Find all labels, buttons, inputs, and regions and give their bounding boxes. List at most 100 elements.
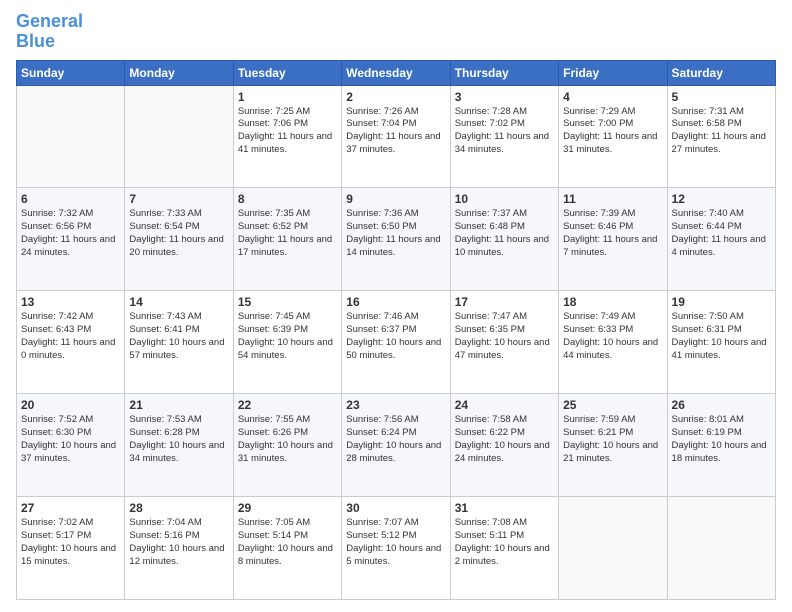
- calendar-cell: 20 Sunrise: 7:52 AM Sunset: 6:30 PM Dayli…: [17, 394, 125, 497]
- calendar-week-row: 27 Sunrise: 7:02 AM Sunset: 5:17 PM Dayli…: [17, 497, 776, 600]
- logo: General Blue: [16, 12, 83, 52]
- header: General Blue: [16, 12, 776, 52]
- day-number: 16: [346, 295, 445, 309]
- calendar-cell: 19 Sunrise: 7:50 AM Sunset: 6:31 PM Dayli…: [667, 291, 775, 394]
- day-number: 2: [346, 90, 445, 104]
- calendar-cell: 11 Sunrise: 7:39 AM Sunset: 6:46 PM Dayli…: [559, 188, 667, 291]
- calendar-cell: 21Sunrise: 7:53 AM Sunset: 6:28 PM Dayli…: [125, 394, 233, 497]
- calendar-cell: 2 Sunrise: 7:26 AM Sunset: 7:04 PM Daylig…: [342, 85, 450, 188]
- calendar-cell: 1 Sunrise: 7:25 AM Sunset: 7:06 PM Daylig…: [233, 85, 341, 188]
- calendar-cell: 3Sunrise: 7:28 AM Sunset: 7:02 PM Daylig…: [450, 85, 558, 188]
- day-info: Sunrise: 7:40 AM Sunset: 6:44 PM Dayligh…: [672, 208, 771, 259]
- day-number: 30: [346, 501, 445, 515]
- logo-general: General: [16, 11, 83, 31]
- calendar-cell: 27 Sunrise: 7:02 AM Sunset: 5:17 PM Dayli…: [17, 497, 125, 600]
- calendar-cell: 22Sunrise: 7:55 AM Sunset: 6:26 PM Dayli…: [233, 394, 341, 497]
- day-info: Sunrise: 7:08 AM Sunset: 5:11 PM Dayligh…: [455, 517, 554, 568]
- weekday-header: Saturday: [667, 60, 775, 85]
- day-info: Sunrise: 7:33 AM Sunset: 6:54 PM Dayligh…: [129, 208, 228, 259]
- calendar-cell: 18 Sunrise: 7:49 AM Sunset: 6:33 PM Dayli…: [559, 291, 667, 394]
- day-info: Sunrise: 7:52 AM Sunset: 6:30 PM Dayligh…: [21, 414, 120, 465]
- day-info: Sunrise: 7:59 AM Sunset: 6:21 PM Dayligh…: [563, 414, 662, 465]
- day-number: 31: [455, 501, 554, 515]
- weekday-header: Sunday: [17, 60, 125, 85]
- day-number: 27: [21, 501, 120, 515]
- day-number: 17: [455, 295, 554, 309]
- day-number: 20: [21, 398, 120, 412]
- day-number: 6: [21, 192, 120, 206]
- day-info: Sunrise: 7:26 AM Sunset: 7:04 PM Dayligh…: [346, 106, 445, 157]
- calendar-week-row: 13 Sunrise: 7:42 AM Sunset: 6:43 PM Dayli…: [17, 291, 776, 394]
- calendar-table: SundayMondayTuesdayWednesdayThursdayFrid…: [16, 60, 776, 600]
- day-number: 28: [129, 501, 228, 515]
- calendar-body: 1 Sunrise: 7:25 AM Sunset: 7:06 PM Daylig…: [17, 85, 776, 599]
- day-info: Sunrise: 7:50 AM Sunset: 6:31 PM Dayligh…: [672, 311, 771, 362]
- calendar-cell: 24 Sunrise: 7:58 AM Sunset: 6:22 PM Dayli…: [450, 394, 558, 497]
- calendar-cell: 17 Sunrise: 7:47 AM Sunset: 6:35 PM Dayli…: [450, 291, 558, 394]
- day-number: 1: [238, 90, 337, 104]
- day-info: Sunrise: 7:37 AM Sunset: 6:48 PM Dayligh…: [455, 208, 554, 259]
- weekday-header: Monday: [125, 60, 233, 85]
- calendar-cell: 25 Sunrise: 7:59 AM Sunset: 6:21 PM Dayli…: [559, 394, 667, 497]
- calendar-cell: 7 Sunrise: 7:33 AM Sunset: 6:54 PM Daylig…: [125, 188, 233, 291]
- calendar-cell: 8 Sunrise: 7:35 AM Sunset: 6:52 PM Daylig…: [233, 188, 341, 291]
- day-info: Sunrise: 7:02 AM Sunset: 5:17 PM Dayligh…: [21, 517, 120, 568]
- calendar-cell: 30 Sunrise: 7:07 AM Sunset: 5:12 PM Dayli…: [342, 497, 450, 600]
- day-number: 8: [238, 192, 337, 206]
- day-info: Sunrise: 7:07 AM Sunset: 5:12 PM Dayligh…: [346, 517, 445, 568]
- day-info: Sunrise: 7:46 AM Sunset: 6:37 PM Dayligh…: [346, 311, 445, 362]
- day-number: 4: [563, 90, 662, 104]
- day-number: 29: [238, 501, 337, 515]
- day-info: Sunrise: 7:53 AM Sunset: 6:28 PM Dayligh…: [129, 414, 228, 465]
- calendar-cell: [667, 497, 775, 600]
- day-info: Sunrise: 7:58 AM Sunset: 6:22 PM Dayligh…: [455, 414, 554, 465]
- calendar-cell: [559, 497, 667, 600]
- day-info: Sunrise: 7:49 AM Sunset: 6:33 PM Dayligh…: [563, 311, 662, 362]
- day-info: Sunrise: 7:55 AM Sunset: 6:26 PM Dayligh…: [238, 414, 337, 465]
- day-number: 15: [238, 295, 337, 309]
- calendar-cell: [17, 85, 125, 188]
- calendar-cell: 28 Sunrise: 7:04 AM Sunset: 5:16 PM Dayli…: [125, 497, 233, 600]
- day-number: 12: [672, 192, 771, 206]
- day-number: 14: [129, 295, 228, 309]
- day-number: 5: [672, 90, 771, 104]
- day-info: Sunrise: 7:25 AM Sunset: 7:06 PM Dayligh…: [238, 106, 337, 157]
- day-info: Sunrise: 8:01 AM Sunset: 6:19 PM Dayligh…: [672, 414, 771, 465]
- day-number: 26: [672, 398, 771, 412]
- day-info: Sunrise: 7:45 AM Sunset: 6:39 PM Dayligh…: [238, 311, 337, 362]
- day-info: Sunrise: 7:42 AM Sunset: 6:43 PM Dayligh…: [21, 311, 120, 362]
- day-info: Sunrise: 7:32 AM Sunset: 6:56 PM Dayligh…: [21, 208, 120, 259]
- day-number: 13: [21, 295, 120, 309]
- calendar-cell: [125, 85, 233, 188]
- day-number: 18: [563, 295, 662, 309]
- day-info: Sunrise: 7:04 AM Sunset: 5:16 PM Dayligh…: [129, 517, 228, 568]
- logo-blue: Blue: [16, 31, 55, 51]
- calendar-cell: 15 Sunrise: 7:45 AM Sunset: 6:39 PM Dayli…: [233, 291, 341, 394]
- day-info: Sunrise: 7:05 AM Sunset: 5:14 PM Dayligh…: [238, 517, 337, 568]
- calendar-cell: 26 Sunrise: 8:01 AM Sunset: 6:19 PM Dayli…: [667, 394, 775, 497]
- day-number: 24: [455, 398, 554, 412]
- day-info: Sunrise: 7:39 AM Sunset: 6:46 PM Dayligh…: [563, 208, 662, 259]
- calendar-cell: 16 Sunrise: 7:46 AM Sunset: 6:37 PM Dayli…: [342, 291, 450, 394]
- day-info: Sunrise: 7:29 AM Sunset: 7:00 PM Dayligh…: [563, 106, 662, 157]
- day-info: Sunrise: 7:35 AM Sunset: 6:52 PM Dayligh…: [238, 208, 337, 259]
- weekday-header: Wednesday: [342, 60, 450, 85]
- weekday-header: Tuesday: [233, 60, 341, 85]
- day-info: Sunrise: 7:36 AM Sunset: 6:50 PM Dayligh…: [346, 208, 445, 259]
- day-number: 11: [563, 192, 662, 206]
- calendar-cell: 13 Sunrise: 7:42 AM Sunset: 6:43 PM Dayli…: [17, 291, 125, 394]
- calendar-cell: 10 Sunrise: 7:37 AM Sunset: 6:48 PM Dayli…: [450, 188, 558, 291]
- calendar-cell: 4 Sunrise: 7:29 AM Sunset: 7:00 PM Daylig…: [559, 85, 667, 188]
- calendar-cell: 29 Sunrise: 7:05 AM Sunset: 5:14 PM Dayli…: [233, 497, 341, 600]
- day-number: 19: [672, 295, 771, 309]
- day-number: 7: [129, 192, 228, 206]
- day-number: 9: [346, 192, 445, 206]
- weekday-header: Friday: [559, 60, 667, 85]
- logo-text: General Blue: [16, 12, 83, 52]
- day-info: Sunrise: 7:56 AM Sunset: 6:24 PM Dayligh…: [346, 414, 445, 465]
- calendar-cell: 31 Sunrise: 7:08 AM Sunset: 5:11 PM Dayli…: [450, 497, 558, 600]
- day-number: 10: [455, 192, 554, 206]
- day-info: Sunrise: 7:47 AM Sunset: 6:35 PM Dayligh…: [455, 311, 554, 362]
- day-number: 25: [563, 398, 662, 412]
- calendar-week-row: 6 Sunrise: 7:32 AM Sunset: 6:56 PM Daylig…: [17, 188, 776, 291]
